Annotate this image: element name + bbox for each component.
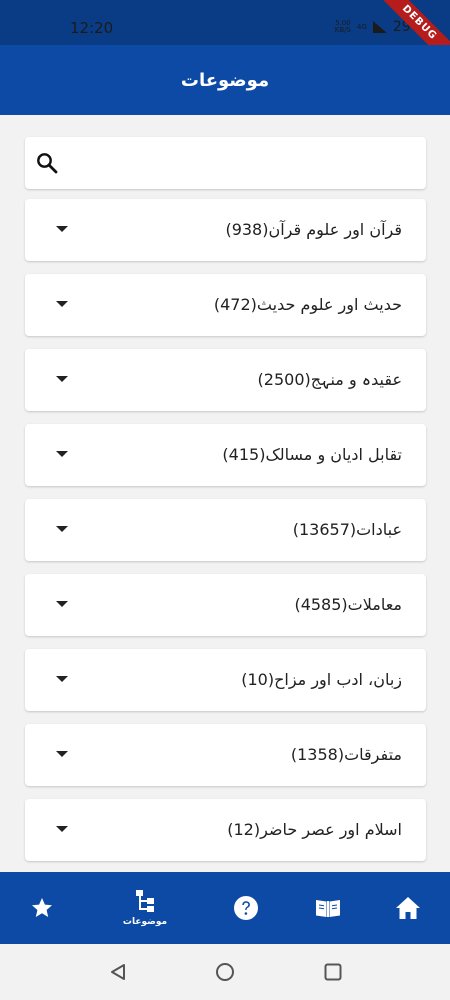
dropdown-arrow-icon[interactable]: [56, 826, 68, 832]
bottom-nav: موضوعات: [0, 872, 450, 944]
net-speed: 5.00 KB/S: [335, 20, 351, 34]
topic-item[interactable]: متفرقات(1358): [25, 724, 426, 786]
topics-content[interactable]: قرآن اور علوم قرآن(938) حدیث اور علوم حد…: [0, 115, 450, 872]
app-bar: موضوعات: [0, 45, 450, 115]
signal-icon: [372, 21, 387, 33]
topic-item[interactable]: حدیث اور علوم حدیث(472): [25, 274, 426, 336]
search-icon: [37, 153, 58, 174]
topic-label: قرآن اور علوم قرآن(938): [225, 220, 402, 239]
nav-help[interactable]: [228, 872, 264, 944]
nav-home[interactable]: [390, 872, 426, 944]
home-circle-icon[interactable]: [215, 962, 235, 982]
nav-books[interactable]: [310, 872, 346, 944]
topic-label: حدیث اور علوم حدیث(472): [213, 295, 402, 314]
topic-item[interactable]: قرآن اور علوم قرآن(938): [25, 199, 426, 261]
star-icon: [32, 898, 52, 917]
topic-label: معاملات(4585): [294, 595, 402, 614]
dropdown-arrow-icon[interactable]: [56, 226, 68, 232]
topic-label: متفرقات(1358): [290, 745, 402, 764]
topic-item[interactable]: زبان، ادب اور مزاح(10): [25, 649, 426, 711]
home-icon: [396, 897, 420, 919]
help-icon: [234, 896, 258, 920]
topic-list: قرآن اور علوم قرآن(938) حدیث اور علوم حد…: [25, 199, 426, 872]
topic-item[interactable]: تقابل ادیان و مسالک(415): [25, 424, 426, 486]
net-speed-unit: KB/S: [334, 26, 351, 34]
nav-topics[interactable]: موضوعات: [112, 872, 178, 944]
page-title: موضوعات: [180, 69, 270, 91]
topic-label: عقیدہ و منہج(2500): [257, 370, 402, 389]
dropdown-arrow-icon[interactable]: [56, 301, 68, 307]
topic-label: عبادات(13657): [292, 520, 402, 539]
status-bar: 12:20 5.00 KB/S 4G 29% DEBUG: [0, 0, 450, 45]
search-box[interactable]: [25, 137, 426, 189]
topic-label: تقابل ادیان و مسالک(415): [222, 445, 402, 464]
topic-item[interactable]: عبادات(13657): [25, 499, 426, 561]
dropdown-arrow-icon[interactable]: [56, 751, 68, 757]
dropdown-arrow-icon[interactable]: [56, 676, 68, 682]
recents-icon[interactable]: [323, 962, 343, 982]
topic-item[interactable]: معاملات(4585): [25, 574, 426, 636]
network-type: 4G: [356, 23, 367, 31]
status-time: 12:20: [70, 19, 114, 37]
tree-icon: [136, 890, 154, 912]
dropdown-arrow-icon[interactable]: [56, 376, 68, 382]
back-icon[interactable]: [108, 962, 128, 982]
dropdown-arrow-icon[interactable]: [56, 451, 68, 457]
system-nav-bar: [0, 944, 450, 1000]
dropdown-arrow-icon[interactable]: [56, 601, 68, 607]
book-icon: [316, 900, 340, 917]
topic-item[interactable]: اسلام اور عصر حاضر(12): [25, 799, 426, 861]
dropdown-arrow-icon[interactable]: [56, 526, 68, 532]
topic-label: اسلام اور عصر حاضر(12): [227, 820, 402, 839]
search-input[interactable]: [69, 147, 414, 179]
nav-topics-label: موضوعات: [122, 917, 168, 927]
topic-item[interactable]: عقیدہ و منہج(2500): [25, 349, 426, 411]
nav-favorites[interactable]: [22, 872, 62, 944]
topic-label: زبان، ادب اور مزاح(10): [241, 670, 402, 689]
